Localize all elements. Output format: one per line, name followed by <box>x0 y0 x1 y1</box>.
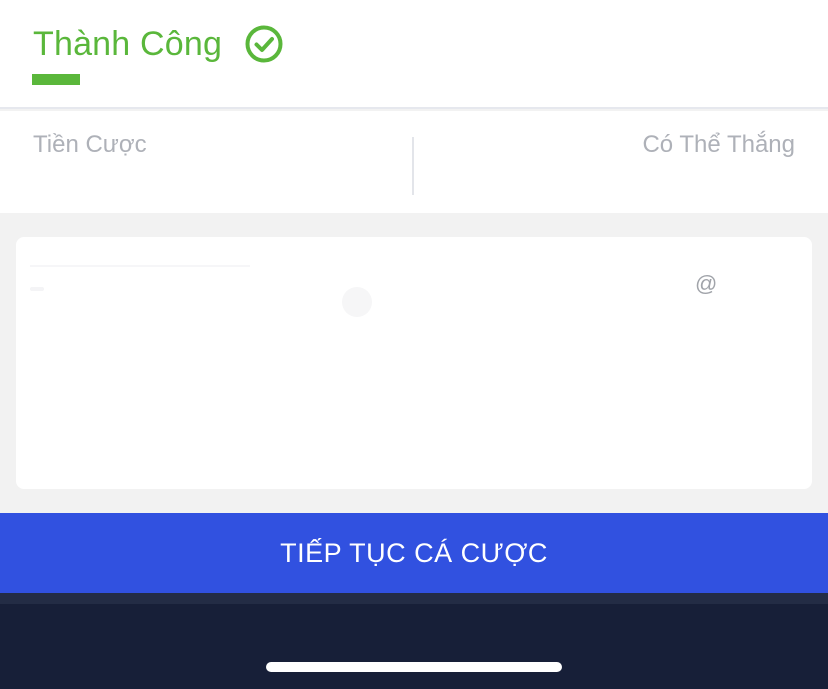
bet-success-screen: Thành Công Tiền Cược Có Thể Thắng @ TIẾP… <box>0 0 828 689</box>
bet-detail-card: @ <box>16 237 812 489</box>
success-title: Thành Công <box>33 24 223 63</box>
title-underline <box>32 74 80 85</box>
home-indicator[interactable] <box>266 662 562 672</box>
success-header: Thành Công <box>0 0 828 109</box>
bottom-bar-strip <box>0 593 828 604</box>
card-placeholder-line <box>30 265 250 267</box>
continue-betting-button[interactable]: TIẾP TỤC CÁ CƯỢC <box>0 513 828 593</box>
bet-summary: Tiền Cược Có Thể Thắng <box>0 111 828 213</box>
summary-divider <box>412 137 414 195</box>
check-circle-icon <box>245 25 283 63</box>
card-placeholder-circle <box>342 287 372 317</box>
potential-win-label: Có Thể Thắng <box>642 131 795 158</box>
stake-label: Tiền Cược <box>33 131 147 158</box>
card-placeholder-mark <box>30 287 44 291</box>
bottom-bar <box>0 593 828 689</box>
title-row: Thành Công <box>33 24 284 64</box>
at-symbol: @ <box>695 271 718 296</box>
